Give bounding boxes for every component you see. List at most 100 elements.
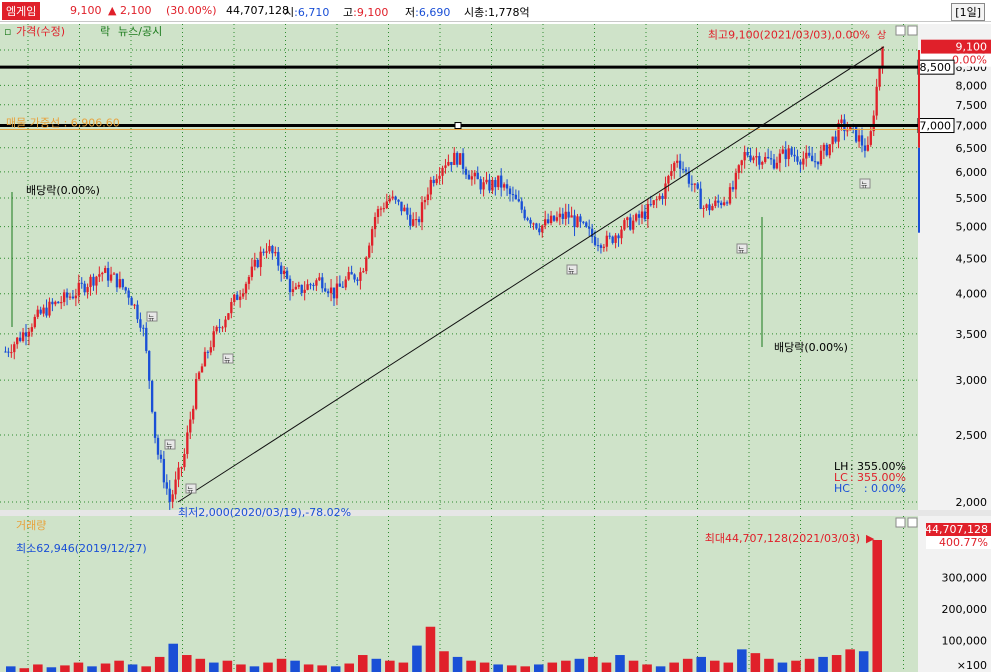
volume-bar bbox=[222, 660, 233, 672]
volume-bar bbox=[19, 668, 30, 672]
candle-body bbox=[426, 194, 430, 201]
candle-body bbox=[206, 351, 210, 353]
volume-bar bbox=[371, 658, 382, 672]
candle-body bbox=[359, 272, 362, 281]
candle-body bbox=[104, 268, 107, 273]
candle-body bbox=[165, 482, 168, 489]
volume-bar bbox=[588, 656, 598, 672]
candle-body bbox=[869, 131, 872, 145]
volume-bar bbox=[845, 649, 855, 672]
period-selector[interactable]: [1일] bbox=[951, 3, 985, 21]
candle-body bbox=[326, 291, 330, 294]
candle-body bbox=[350, 272, 353, 275]
level-line-handle[interactable] bbox=[454, 122, 462, 130]
candle-body bbox=[623, 220, 626, 230]
candle-body bbox=[414, 219, 418, 221]
panel-window-button[interactable] bbox=[907, 517, 918, 528]
candle-body bbox=[309, 284, 312, 286]
candle-body bbox=[752, 157, 755, 161]
candle-body bbox=[98, 274, 101, 277]
panel-divider[interactable] bbox=[0, 510, 991, 516]
candle-body bbox=[634, 214, 638, 221]
candle-body bbox=[218, 326, 221, 328]
candle-body bbox=[561, 213, 564, 219]
candle-body bbox=[315, 280, 318, 286]
candle-body bbox=[517, 199, 520, 202]
candle-body bbox=[708, 204, 711, 211]
candle-body bbox=[684, 169, 688, 172]
price-legend-1: 락 bbox=[100, 25, 110, 38]
candle-body bbox=[608, 235, 611, 237]
stock-name[interactable]: 엠게임 bbox=[2, 2, 41, 20]
volume-bar bbox=[831, 655, 842, 672]
candle-body bbox=[681, 168, 685, 170]
candle-body bbox=[602, 246, 606, 248]
stat-value: : 0.00% bbox=[864, 482, 906, 495]
candle-body bbox=[670, 171, 673, 176]
candle-body bbox=[133, 304, 136, 306]
candle-body bbox=[27, 331, 31, 337]
candle-body bbox=[33, 316, 36, 328]
candle-body bbox=[247, 277, 251, 284]
candle-body bbox=[318, 277, 321, 281]
candle-body bbox=[523, 209, 526, 219]
volume-bar bbox=[710, 660, 720, 672]
candle-body bbox=[423, 200, 427, 203]
candle-body bbox=[520, 201, 523, 210]
volume-bar bbox=[209, 662, 219, 672]
weighted-volume-label: 매물 가중선 : 6,906.60 bbox=[6, 117, 120, 130]
candle-body bbox=[731, 187, 735, 190]
candle-body bbox=[417, 219, 421, 223]
panel-window-button[interactable] bbox=[895, 25, 906, 36]
candle-body bbox=[664, 183, 667, 199]
candle-body bbox=[552, 215, 556, 221]
candle-body bbox=[775, 162, 779, 169]
candle-body bbox=[174, 479, 177, 495]
candle-body bbox=[142, 327, 145, 329]
candle-body bbox=[341, 286, 344, 288]
candle-body bbox=[4, 351, 7, 353]
volume-bar bbox=[385, 660, 395, 672]
candle-body bbox=[236, 294, 239, 300]
volume-bar bbox=[46, 667, 57, 672]
candle-body bbox=[479, 179, 482, 190]
candle-body bbox=[725, 202, 729, 204]
price-plot-area[interactable] bbox=[0, 24, 918, 510]
y-tick-label: 6,000 bbox=[956, 166, 988, 179]
candle-body bbox=[329, 287, 333, 294]
candle-body bbox=[115, 273, 119, 288]
current-price: 9,100 bbox=[70, 4, 102, 17]
candle-body bbox=[62, 292, 66, 303]
volume-tick-label: 300,000 bbox=[942, 572, 988, 585]
candle-body bbox=[593, 236, 597, 246]
candle-body bbox=[241, 293, 245, 297]
candle-body bbox=[778, 153, 782, 163]
volume-bar bbox=[290, 660, 300, 672]
candle-body bbox=[711, 206, 714, 211]
panel-window-button[interactable] bbox=[895, 517, 906, 528]
candle-body bbox=[784, 149, 787, 160]
candle-body bbox=[866, 144, 870, 151]
candle-body bbox=[834, 136, 837, 142]
candle-body bbox=[57, 301, 60, 304]
candle-body bbox=[573, 215, 576, 228]
candle-body bbox=[678, 160, 682, 169]
candle-body bbox=[303, 289, 306, 293]
volume-bar bbox=[60, 665, 70, 672]
candle-body bbox=[400, 201, 403, 212]
candle-body bbox=[139, 319, 142, 328]
candle-body bbox=[391, 196, 394, 199]
volume-bar bbox=[561, 660, 571, 672]
panel-window-button[interactable] bbox=[907, 25, 918, 36]
news-icon-label: 뉴 bbox=[568, 267, 575, 275]
candle-body bbox=[233, 294, 236, 303]
volume-bar bbox=[750, 653, 761, 672]
stock-chart[interactable]: 2,000 2,500 3,000 3,500 4,000 4,500 5,000 5,500… bbox=[0, 22, 991, 672]
candle-body bbox=[541, 225, 544, 233]
candle-body bbox=[491, 180, 494, 191]
legend-marker: ▫ bbox=[4, 25, 11, 38]
candle-body bbox=[702, 207, 705, 209]
candle-body bbox=[124, 287, 127, 291]
volume-bar bbox=[506, 665, 517, 672]
volume-bar bbox=[439, 651, 449, 672]
